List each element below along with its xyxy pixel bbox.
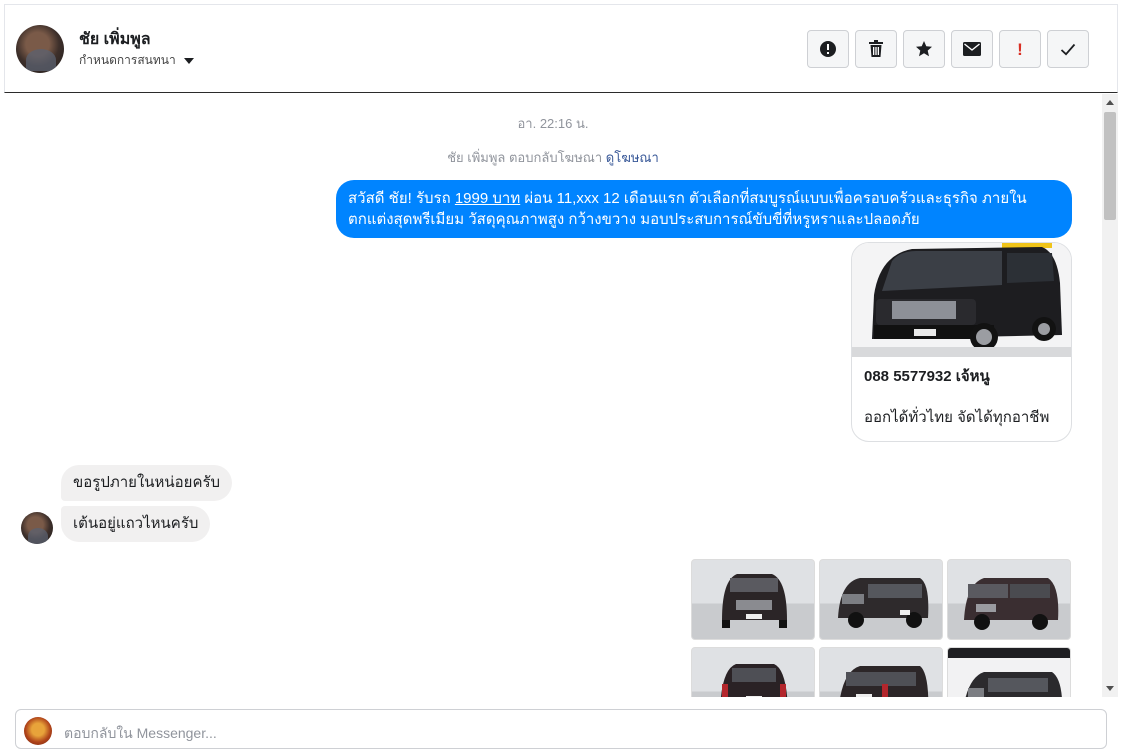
mark-done-button[interactable] [1047,30,1089,68]
van-rear-angle-photo [840,666,929,697]
photo-thumbnail[interactable] [691,647,815,697]
photo-thumbnail[interactable] [819,559,943,640]
price-link[interactable]: 1999 บาท [455,190,520,207]
incoming-message[interactable]: ขอรูปภายในหน่อยครับ [61,465,233,501]
trash-icon [869,40,883,57]
ad-card-title: 088 5577932 เจ้หนู [864,368,990,385]
conversation-header: ชัย เพิ่มพูล กำหนดการสนทนา ! [4,4,1118,93]
page-avatar [24,717,52,745]
van-rear-side-photo [964,578,1059,630]
sender-avatar [21,512,53,544]
message-timestamp: อา. 22:16 น. [517,116,589,131]
mark-spam-button[interactable]: ! [999,30,1041,68]
photo-thumbnail[interactable] [947,559,1071,640]
contact-name[interactable]: ชัย เพิ่มพูล [79,27,151,52]
incoming-message[interactable]: เต้นอยู่แถวไหนครับ [61,506,211,542]
van-interior-photo [948,648,1070,697]
van-front-photo [722,574,787,628]
info-button[interactable] [807,30,849,68]
assign-conversation-label: กำหนดการสนทนา [79,53,176,67]
photo-thumbnail[interactable] [819,647,943,697]
scrollbar-thumb[interactable] [1104,112,1116,220]
outgoing-text-before: สวัสดี ชัย! รับรถ [348,190,455,207]
envelope-icon [963,42,981,56]
scroll-up-arrow-icon[interactable] [1106,100,1114,105]
message-composer[interactable]: ตอบกลับใน Messenger... [15,709,1107,749]
van-side-photo [838,578,929,628]
outgoing-message[interactable]: สวัสดี ชัย! รับรถ 1999 บาท ผ่อน 11,xxx 1… [336,180,1072,238]
ad-card[interactable]: 088 5577932 เจ้หนู ออกได้ทั่วไทย จัดได้ท… [851,242,1072,442]
caret-down-icon [183,57,194,64]
photo-thumbnail[interactable] [947,647,1071,697]
info-circle-icon [820,41,836,57]
view-ad-link[interactable]: ดูโฆษณา [606,150,659,165]
ad-reply-notice: ชัย เพิ่มพูล ตอบกลับโฆษณา ดูโฆษณา [4,147,1102,168]
star-button[interactable] [903,30,945,68]
header-actions: ! [807,30,1089,68]
assign-conversation-dropdown[interactable]: กำหนดการสนทนา [79,51,194,70]
scroll-down-arrow-icon[interactable] [1106,686,1114,691]
message-thread[interactable]: อา. 22:16 น. ชัย เพิ่มพูล ตอบกลับโฆษณา ด… [4,94,1102,697]
check-icon [1060,43,1076,55]
contact-avatar[interactable] [16,25,64,73]
van-ad-image [852,243,1071,357]
delete-button[interactable] [855,30,897,68]
composer-placeholder: ตอบกลับใน Messenger... [64,725,217,741]
thread-scrollbar[interactable] [1102,94,1118,697]
van-rear-photo [720,664,788,697]
ad-reply-text: ชัย เพิ่มพูล ตอบกลับโฆษณา [447,150,603,165]
exclamation-icon: ! [1017,39,1023,59]
star-icon [916,41,932,57]
mark-unread-button[interactable] [951,30,993,68]
ad-card-subtitle: ออกได้ทั่วไทย จัดได้ทุกอาชีพ [864,409,1050,426]
photo-thumbnail[interactable] [691,559,815,640]
